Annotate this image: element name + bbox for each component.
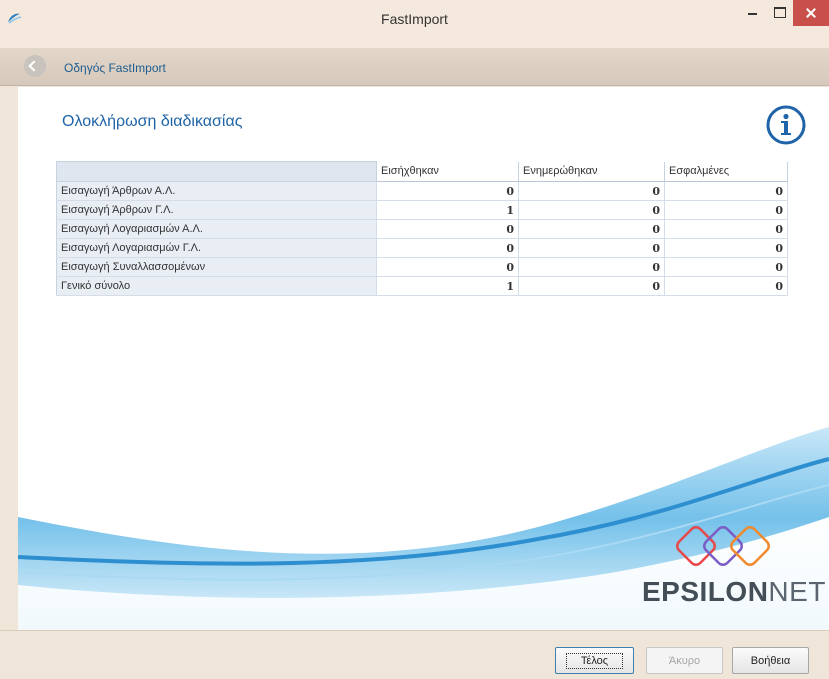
cancel-button[interactable]: Άκυρο [646,647,723,674]
title-bar: FastImport [0,0,829,48]
inserted-value: 0 [376,257,519,277]
button-bar: Τέλος Άκυρο Βοήθεια [0,630,829,679]
page-title: Ολοκλήρωση διαδικασίας [62,113,243,130]
brand-light: NET [768,576,826,607]
errors-value: 0 [664,257,788,277]
window-title: FastImport [381,11,448,27]
wizard-page: Ολοκλήρωση διαδικασίας Εισήχθηκαν Ενημερ… [18,87,829,630]
wizard-header: Οδηγός FastImport [0,48,829,86]
table-row[interactable]: Εισαγωγή Συναλλασσομένων 0 0 0 [56,257,788,277]
row-label: Εισαγωγή Άρθρων Α.Λ. [56,181,377,201]
epsilonnet-logo-icon [676,526,770,566]
column-header [56,161,377,182]
info-icon [766,105,806,145]
minimize-button[interactable] [739,0,766,26]
brand-bold: EPSILON [642,576,769,607]
results-table: Εισήχθηκαν Ενημερώθηκαν Εσφαλμένες Εισαγ… [56,161,788,296]
wizard-name: Οδηγός FastImport [64,61,166,75]
errors-value: 0 [664,200,788,220]
table-row[interactable]: Εισαγωγή Λογαριασμών Γ.Λ. 0 0 0 [56,238,788,258]
row-label: Εισαγωγή Λογαριασμών Α.Λ. [56,219,377,239]
inserted-value: 1 [376,200,519,220]
table-row[interactable]: Εισαγωγή Άρθρων Γ.Λ. 1 0 0 [56,200,788,220]
row-label: Εισαγωγή Συναλλασσομένων [56,257,377,277]
maximize-button[interactable] [766,0,792,26]
errors-value: 0 [664,276,788,296]
table-row[interactable]: Εισαγωγή Άρθρων Α.Λ. 0 0 0 [56,181,788,201]
finish-button[interactable]: Τέλος [555,647,634,674]
inserted-value: 0 [376,181,519,201]
table-row-total[interactable]: Γενικό σύνολο 1 0 0 [56,276,788,296]
inserted-value: 0 [376,238,519,258]
updated-value: 0 [518,238,665,258]
table-header-row: Εισήχθηκαν Ενημερώθηκαν Εσφαλμένες [56,161,788,182]
brand-logo-text: EPSILONNET [642,576,826,608]
row-label: Εισαγωγή Λογαριασμών Γ.Λ. [56,238,377,258]
inserted-value: 0 [376,219,519,239]
updated-value: 0 [518,181,665,201]
errors-value: 0 [664,219,788,239]
updated-value: 0 [518,257,665,277]
column-header-updated[interactable]: Ενημερώθηκαν [518,161,665,182]
inserted-value: 1 [376,276,519,296]
updated-value: 0 [518,200,665,220]
row-label: Εισαγωγή Άρθρων Γ.Λ. [56,200,377,220]
errors-value: 0 [664,238,788,258]
back-arrow-icon[interactable] [24,55,46,77]
close-button[interactable] [793,0,829,26]
errors-value: 0 [664,181,788,201]
column-header-inserted[interactable]: Εισήχθηκαν [376,161,519,182]
table-row[interactable]: Εισαγωγή Λογαριασμών Α.Λ. 0 0 0 [56,219,788,239]
updated-value: 0 [518,276,665,296]
help-button[interactable]: Βοήθεια [732,647,809,674]
column-header-errors[interactable]: Εσφαλμένες [664,161,788,182]
row-label: Γενικό σύνολο [56,276,377,296]
finish-label: Τέλος [565,652,624,669]
updated-value: 0 [518,219,665,239]
